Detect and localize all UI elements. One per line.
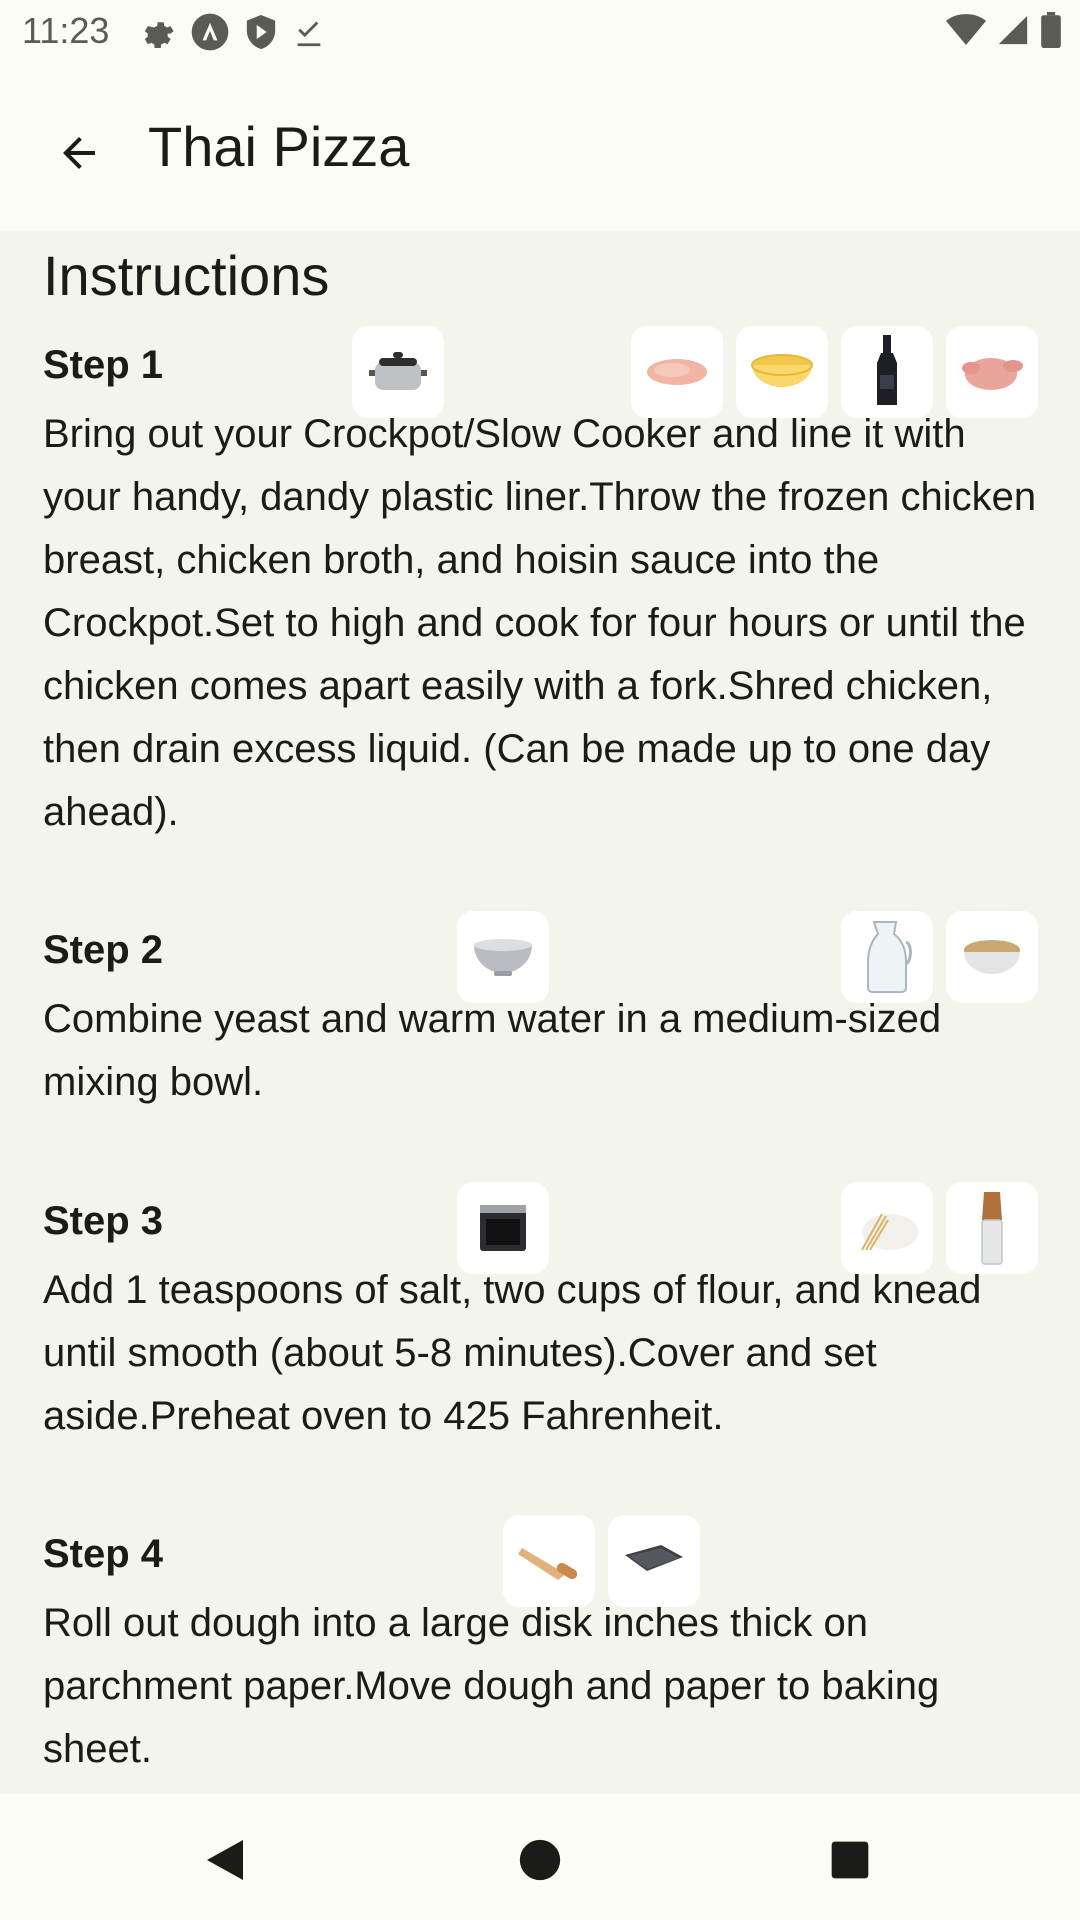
gear-icon xyxy=(140,14,176,55)
wifi-icon xyxy=(946,13,986,52)
step-text: Bring out your Crockpot/Slow Cooker and … xyxy=(43,412,1037,834)
a-icon xyxy=(190,12,230,57)
battery-icon xyxy=(1040,12,1062,53)
app-bar: Thai Pizza xyxy=(0,64,1080,231)
arrow-back-icon xyxy=(63,137,95,169)
instructions-content[interactable]: Instructions Step 1 Bring out your Crock… xyxy=(0,231,1080,1794)
status-icons-right xyxy=(946,12,1062,53)
page-title: Thai Pizza xyxy=(148,115,410,178)
back-button[interactable] xyxy=(44,118,114,188)
step-text: Add 1 teaspoons of salt, two cups of flo… xyxy=(43,1268,982,1438)
back-triangle-icon xyxy=(207,1840,243,1880)
step-text: Combine yeast and warm water in a medium… xyxy=(43,997,942,1104)
status-icons-left xyxy=(140,12,326,57)
step-label: Step 1 xyxy=(43,343,164,387)
recents-square-icon xyxy=(831,1841,869,1879)
section-title: Instructions xyxy=(43,244,330,307)
nav-home-button[interactable] xyxy=(510,1830,570,1890)
nav-back-button[interactable] xyxy=(195,1830,255,1890)
nav-recents-button[interactable] xyxy=(820,1830,880,1890)
signal-icon xyxy=(996,13,1030,52)
home-circle-icon xyxy=(519,1839,561,1881)
step-label: Step 2 xyxy=(43,928,164,972)
status-time: 11:23 xyxy=(22,10,110,51)
shield-icon xyxy=(244,13,278,56)
step-label: Step 4 xyxy=(43,1532,164,1576)
download-done-icon xyxy=(292,15,326,54)
status-bar: 11:23 xyxy=(0,0,1080,64)
step-label: Step 3 xyxy=(43,1199,164,1243)
navigation-bar xyxy=(0,1794,1080,1920)
step-text: Roll out dough into a large disk inches … xyxy=(43,1601,940,1771)
